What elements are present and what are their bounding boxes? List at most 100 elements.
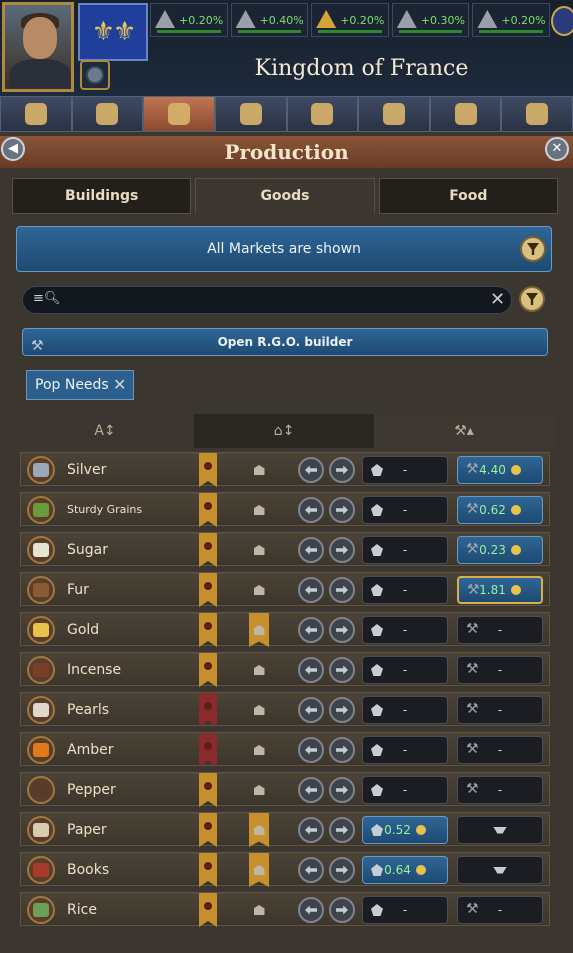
building-icon[interactable] [249, 453, 269, 487]
stat-3[interactable]: +0.20% [311, 3, 389, 37]
category-tab-8[interactable] [501, 96, 573, 132]
rgo-value-box[interactable]: ⚒ 4.40 [457, 456, 543, 484]
search-field[interactable]: ≡🔍︎ [22, 286, 512, 314]
export-arrow-icon[interactable] [329, 857, 355, 883]
import-arrow-icon[interactable] [298, 577, 324, 603]
category-tab-2[interactable] [71, 96, 144, 132]
sort-by-name-icon[interactable]: A↕ [16, 414, 194, 448]
category-tab-6[interactable] [358, 96, 430, 132]
ruler-badge-icon[interactable] [80, 60, 110, 90]
category-tab-3[interactable] [143, 96, 215, 132]
export-arrow-icon[interactable] [329, 657, 355, 683]
ruler-portrait[interactable] [2, 2, 74, 92]
goods-row[interactable]: Fur - ⚒ 1.81 [20, 572, 550, 607]
market-value-box[interactable]: - [362, 656, 448, 684]
rgo-value-box[interactable]: ⚒ - [457, 776, 543, 804]
rgo-value-box[interactable] [457, 816, 543, 844]
import-arrow-icon[interactable] [298, 657, 324, 683]
market-value-box[interactable]: - [362, 696, 448, 724]
building-icon[interactable] [249, 613, 269, 647]
clear-search-icon[interactable]: ✕ [490, 289, 505, 310]
import-arrow-icon[interactable] [298, 777, 324, 803]
import-arrow-icon[interactable] [298, 857, 324, 883]
market-filter-dropdown[interactable]: All Markets are shown [16, 226, 552, 272]
market-value-box[interactable]: - [362, 456, 448, 484]
building-icon[interactable] [249, 653, 269, 687]
market-value-box[interactable]: - [362, 896, 448, 924]
goods-row[interactable]: Rice - ⚒ - [20, 892, 550, 927]
market-value-box[interactable]: - [362, 616, 448, 644]
export-arrow-icon[interactable] [329, 737, 355, 763]
import-arrow-icon[interactable] [298, 897, 324, 923]
tab-buildings[interactable]: Buildings [12, 178, 192, 214]
export-arrow-icon[interactable] [329, 617, 355, 643]
stat-4[interactable]: +0.30% [391, 3, 470, 37]
rgo-value-box[interactable]: ⚒ - [457, 696, 543, 724]
globe-icon[interactable] [551, 6, 573, 36]
export-arrow-icon[interactable] [329, 817, 355, 843]
building-icon[interactable] [249, 693, 269, 727]
goods-row[interactable]: Books 0.64 [20, 852, 550, 887]
stat-2[interactable]: +0.40% [230, 3, 309, 37]
import-arrow-icon[interactable] [298, 497, 324, 523]
category-tab-5[interactable] [286, 96, 359, 132]
rgo-value-box[interactable]: ⚒ - [457, 896, 543, 924]
building-icon[interactable] [249, 573, 269, 607]
tab-goods[interactable]: Goods [195, 178, 375, 214]
export-arrow-icon[interactable] [329, 497, 355, 523]
building-icon[interactable] [249, 733, 269, 767]
search-filter-funnel-icon[interactable] [519, 286, 545, 312]
market-value-box[interactable]: - [362, 536, 448, 564]
rgo-value-box[interactable] [457, 856, 543, 884]
market-value-box[interactable]: - [362, 576, 448, 604]
rgo-value-box[interactable]: ⚒ - [457, 616, 543, 644]
goods-row[interactable]: Sugar - ⚒ 0.23 [20, 532, 550, 567]
import-arrow-icon[interactable] [298, 737, 324, 763]
export-arrow-icon[interactable] [329, 457, 355, 483]
goods-row[interactable]: Silver - ⚒ 4.40 [20, 452, 550, 487]
sort-by-buildings-icon[interactable]: ⌂↕ [194, 414, 374, 448]
building-icon[interactable] [249, 853, 269, 887]
import-arrow-icon[interactable] [298, 457, 324, 483]
market-value-box[interactable]: - [362, 776, 448, 804]
market-value-box[interactable]: 0.64 [362, 856, 448, 884]
goods-row[interactable]: Paper 0.52 [20, 812, 550, 847]
building-icon[interactable] [249, 773, 269, 807]
export-arrow-icon[interactable] [329, 697, 355, 723]
market-value-box[interactable]: - [362, 496, 448, 524]
rgo-value-box[interactable]: ⚒ 0.62 [457, 496, 543, 524]
building-icon[interactable] [249, 533, 269, 567]
import-arrow-icon[interactable] [298, 697, 324, 723]
rgo-value-box[interactable]: ⚒ - [457, 656, 543, 684]
close-button[interactable]: ✕ [545, 137, 569, 161]
export-arrow-icon[interactable] [329, 537, 355, 563]
back-button[interactable]: ◀ [1, 137, 25, 161]
goods-row[interactable]: Incense - ⚒ - [20, 652, 550, 687]
import-arrow-icon[interactable] [298, 817, 324, 843]
goods-row[interactable]: Pepper - ⚒ - [20, 772, 550, 807]
market-value-box[interactable]: 0.52 [362, 816, 448, 844]
open-rgo-builder-button[interactable]: ⚒ Open R.G.O. builder [22, 328, 548, 356]
category-tab-4[interactable] [214, 96, 287, 132]
stat-5[interactable]: +0.20% [472, 3, 550, 37]
building-icon[interactable] [249, 493, 269, 527]
goods-row[interactable]: Amber - ⚒ - [20, 732, 550, 767]
remove-chip-icon[interactable]: ✕ [113, 371, 126, 399]
export-arrow-icon[interactable] [329, 897, 355, 923]
building-icon[interactable] [249, 893, 269, 927]
goods-row[interactable]: Sturdy Grains - ⚒ 0.62 [20, 492, 550, 527]
stat-1[interactable]: +0.20% [150, 3, 228, 37]
filter-funnel-icon[interactable] [520, 236, 546, 262]
goods-row[interactable]: Gold - ⚒ - [20, 612, 550, 647]
tab-food[interactable]: Food [378, 178, 558, 214]
rgo-value-box[interactable]: ⚒ 0.23 [457, 536, 543, 564]
category-tab-1[interactable] [0, 96, 72, 132]
filter-chip-pop-needs[interactable]: Pop Needs ✕ [26, 370, 134, 400]
building-icon[interactable] [249, 813, 269, 847]
goods-row[interactable]: Pearls - ⚒ - [20, 692, 550, 727]
export-arrow-icon[interactable] [329, 777, 355, 803]
category-tab-7[interactable] [429, 96, 502, 132]
export-arrow-icon[interactable] [329, 577, 355, 603]
sort-by-rgo-icon[interactable]: ⚒▴ [374, 414, 554, 448]
market-value-box[interactable]: - [362, 736, 448, 764]
